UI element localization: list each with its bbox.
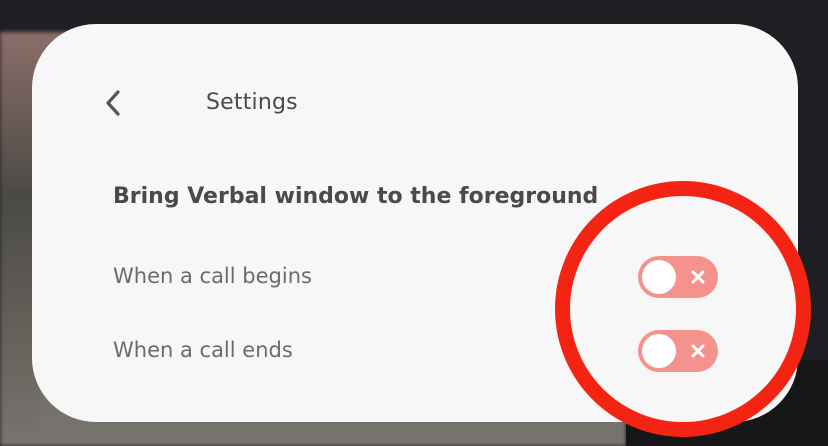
toggle-knob <box>642 334 676 368</box>
page-title: Settings <box>206 90 298 115</box>
close-icon <box>691 270 705 284</box>
option-row-call-begins: When a call begins <box>32 252 798 302</box>
option-row-call-ends: When a call ends <box>32 326 798 376</box>
toggle-knob <box>642 260 676 294</box>
call-begins-toggle[interactable] <box>638 256 718 298</box>
settings-header: Settings <box>32 24 798 116</box>
back-button[interactable] <box>100 88 126 118</box>
option-label: When a call ends <box>113 338 293 362</box>
settings-panel: Settings Bring Verbal window to the fore… <box>32 24 798 422</box>
section-title: Bring Verbal window to the foreground <box>113 184 599 209</box>
close-icon <box>691 344 705 358</box>
call-ends-toggle[interactable] <box>638 330 718 372</box>
option-label: When a call begins <box>113 264 312 288</box>
chevron-left-icon <box>106 90 120 116</box>
